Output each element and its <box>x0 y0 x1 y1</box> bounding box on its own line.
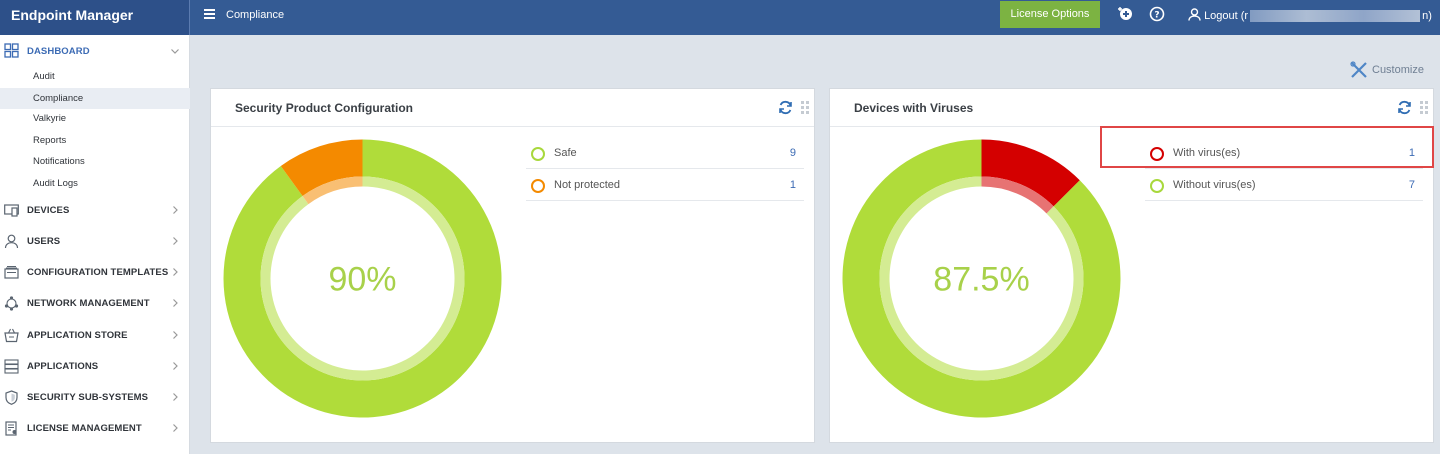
sidebar-item-users[interactable]: USERS <box>0 228 190 259</box>
sidebar-item-applications[interactable]: APPLICATIONS <box>0 353 190 384</box>
sidebar-item-label: NETWORK MANAGEMENT <box>27 298 150 309</box>
divider <box>211 126 814 127</box>
status-dot-icon <box>1150 147 1164 161</box>
legend-count[interactable]: 7 <box>1409 179 1415 191</box>
widget-title: Devices with Viruses <box>854 101 974 115</box>
legend-label: With virus(es) <box>1173 147 1241 159</box>
sidebar-item-label: APPLICATION STORE <box>27 330 128 341</box>
breadcrumb: Compliance <box>226 9 285 21</box>
donut-chart: 90% <box>223 139 502 418</box>
sidebar-item-devices[interactable]: DEVICES <box>0 197 190 228</box>
shield-icon <box>5 390 18 405</box>
sidebar-item-security-sub-systems[interactable]: SECURITY SUB-SYSTEMS <box>0 384 190 415</box>
sidebar-subitem-audit[interactable]: Audit <box>0 66 190 87</box>
refresh-icon[interactable] <box>1397 100 1412 115</box>
logout-label: Logout (r <box>1204 10 1249 22</box>
legend-item-with-viruses[interactable]: With virus(es) 1 <box>1145 138 1423 169</box>
legend-count[interactable]: 1 <box>1409 147 1415 159</box>
sidebar-item-configuration-templates[interactable]: CONFIGURATION TEMPLATES <box>0 259 190 290</box>
chevron-right-icon <box>173 299 178 307</box>
chevron-right-icon <box>173 393 178 401</box>
tools-icon <box>1350 61 1367 78</box>
legend-item-not-protected[interactable]: Not protected 1 <box>526 170 804 201</box>
logout-link[interactable]: Logout (r n) <box>1188 8 1432 23</box>
sidebar-item-label: DEVICES <box>27 205 70 216</box>
widget-security-product-configuration: Security Product Configuration 90% Safe … <box>210 88 815 443</box>
chevron-right-icon <box>173 424 178 432</box>
sidebar-item-dashboard[interactable]: DASHBOARD <box>0 35 190 66</box>
legend-item-without-viruses[interactable]: Without virus(es) 7 <box>1145 170 1423 201</box>
widget-devices-with-viruses: Devices with Viruses 87.5% With virus(es… <box>829 88 1434 443</box>
sidebar-item-label: CONFIGURATION TEMPLATES <box>27 267 169 278</box>
donut-chart: 87.5% <box>842 139 1121 418</box>
sidebar-item-label: USERS <box>27 236 61 247</box>
customize-button[interactable]: Customize <box>1350 61 1424 79</box>
drag-handle-icon[interactable] <box>1420 100 1429 115</box>
user-icon <box>4 234 19 249</box>
legend-label: Not protected <box>554 179 621 191</box>
sidebar-item-label: APPLICATIONS <box>27 361 99 372</box>
sidebar-item-label: DASHBOARD <box>27 46 90 57</box>
refresh-icon[interactable] <box>778 100 793 115</box>
sidebar-subitem-notifications[interactable]: Notifications <box>0 151 190 172</box>
sidebar-subitem-reports[interactable]: Reports <box>0 130 190 151</box>
app-title: Endpoint Manager <box>0 0 190 35</box>
chevron-right-icon <box>173 206 178 214</box>
drag-handle-icon[interactable] <box>801 100 810 115</box>
logout-label-end: n) <box>1422 10 1432 22</box>
status-dot-icon <box>531 147 545 161</box>
network-icon <box>4 296 19 311</box>
template-icon <box>4 265 19 279</box>
svg-text:?: ? <box>1154 11 1159 21</box>
license-icon <box>5 421 17 436</box>
hamburger-menu-icon[interactable] <box>204 9 215 21</box>
sidebar: DASHBOARD Audit Compliance Valkyrie Repo… <box>0 35 190 454</box>
redacted-username <box>1250 10 1421 23</box>
status-dot-icon <box>1150 179 1164 193</box>
sidebar-item-application-store[interactable]: APPLICATION STORE <box>0 322 190 353</box>
sidebar-item-label: SECURITY SUB-SYSTEMS <box>27 392 149 403</box>
user-icon <box>1188 8 1201 21</box>
chevron-right-icon <box>173 268 178 276</box>
legend-label: Safe <box>554 147 577 159</box>
sidebar-subitem-compliance[interactable]: Compliance <box>0 88 190 109</box>
devices-icon <box>4 204 19 217</box>
legend-label: Without virus(es) <box>1173 179 1256 191</box>
add-widget-icon[interactable] <box>1117 6 1133 22</box>
legend-count[interactable]: 1 <box>790 179 796 191</box>
legend-item-safe[interactable]: Safe 9 <box>526 138 804 169</box>
chevron-down-icon <box>171 49 179 54</box>
widget-title: Security Product Configuration <box>235 101 414 115</box>
sidebar-item-network-management[interactable]: NETWORK MANAGEMENT <box>0 290 190 321</box>
donut-center-percentage: 90% <box>328 261 396 299</box>
license-options-button[interactable]: License Options <box>1000 1 1100 28</box>
sidebar-subitem-valkyrie[interactable]: Valkyrie <box>0 108 190 129</box>
help-icon[interactable]: ? <box>1149 6 1165 22</box>
legend-count[interactable]: 9 <box>790 147 796 159</box>
chevron-right-icon <box>173 331 178 339</box>
chevron-right-icon <box>173 237 178 245</box>
status-dot-icon <box>531 179 545 193</box>
dashboard-icon <box>4 43 19 58</box>
sidebar-subitem-audit-logs[interactable]: Audit Logs <box>0 173 190 194</box>
customize-label: Customize <box>1372 63 1424 76</box>
sidebar-item-label: LICENSE MANAGEMENT <box>27 423 142 434</box>
top-bar: Endpoint Manager Compliance License Opti… <box>0 0 1440 35</box>
sidebar-item-license-management[interactable]: LICENSE MANAGEMENT <box>0 415 190 446</box>
store-icon <box>4 328 19 343</box>
donut-center-percentage: 87.5% <box>933 261 1029 299</box>
applications-icon <box>4 359 19 374</box>
chevron-right-icon <box>173 362 178 370</box>
